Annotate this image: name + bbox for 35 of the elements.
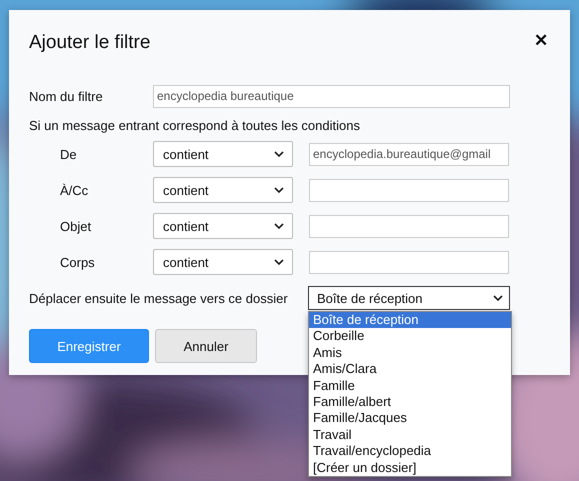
operator-dropdown[interactable]: contient [153,249,293,275]
conditions-heading: Si un message entrant correspond à toutes les conditions [29,116,361,135]
field-label: Nom du filtre [29,88,104,104]
dropdown-option[interactable]: [Créer un dossier] [309,460,511,476]
chevron-down-icon [274,222,284,230]
cancel-button[interactable]: Annuler [155,329,257,363]
input-field[interactable] [309,178,509,202]
field-label: À/Cc [59,182,90,198]
dropdown-option[interactable]: Corbeille [309,328,511,345]
dropdown-option[interactable]: Famille/albert [309,394,511,410]
folder-dropdown[interactable]: Boîte de réception [308,286,510,310]
dropdown-option[interactable]: Travail/encyclopedia [309,443,511,460]
chevron-down-icon [274,186,284,194]
field-label: De [59,146,78,162]
input-field[interactable] [309,250,509,274]
dropdown-option[interactable]: Boîte de réception [309,312,511,328]
field-label: Déplacer ensuite le message vers ce dossier [29,290,289,306]
chevron-down-icon [274,258,284,266]
dropdown-option[interactable]: Travail [309,426,511,444]
dropdown-option[interactable]: Famille [309,378,511,394]
close-button[interactable]: ✕ [534,30,548,51]
operator-dropdown[interactable]: contient [153,213,293,239]
input-field[interactable] [309,214,509,238]
dropdown-option[interactable]: Famille/Jacques [309,410,511,427]
operator-dropdown[interactable]: contient [153,141,293,167]
dialog-title: Ajouter le filtre [29,32,150,54]
chevron-down-icon [274,150,284,158]
chevron-down-icon [493,294,503,302]
input-field[interactable]: encyclopedia bureautique [153,84,510,108]
field-label: Corps [59,254,96,270]
operator-dropdown[interactable]: contient [153,177,293,203]
field-label: Objet [59,218,92,234]
dropdown-option[interactable]: Amis [309,344,511,362]
input-field[interactable]: encyclopedia.bureautique@gmail [309,142,509,166]
dropdown-option[interactable]: Amis/Clara [309,361,511,378]
